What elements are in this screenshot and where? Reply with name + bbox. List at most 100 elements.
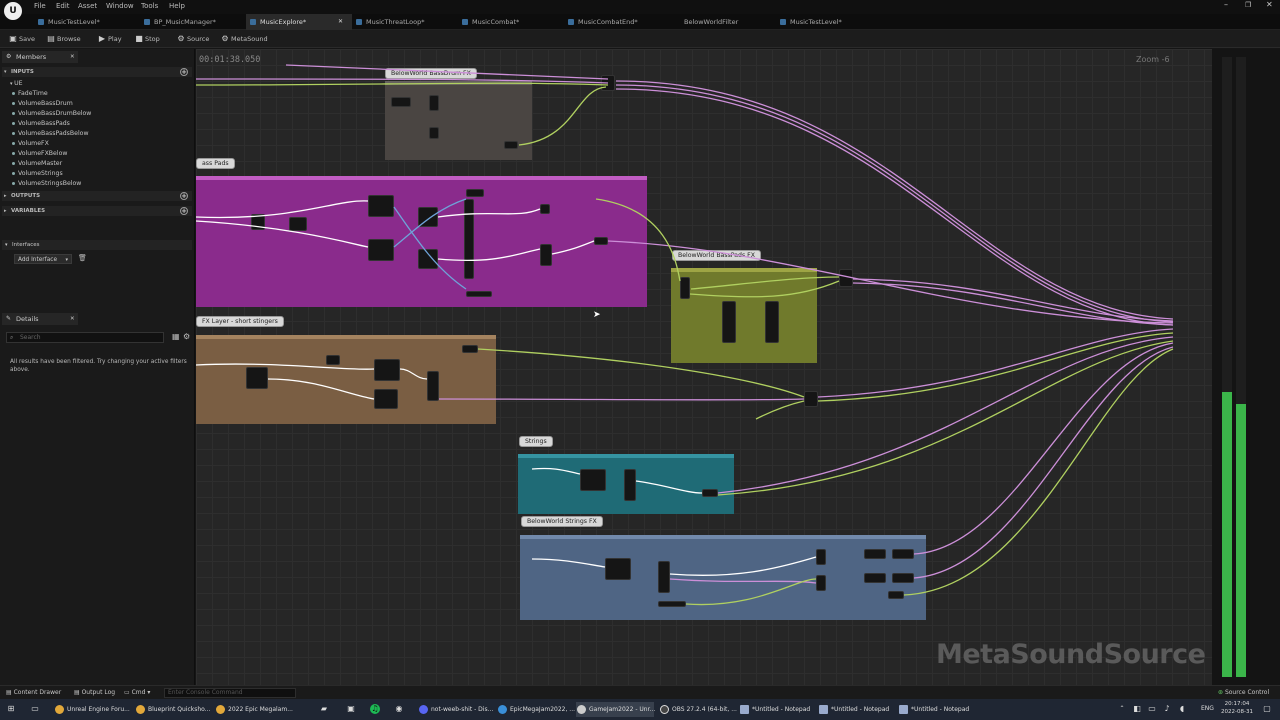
wire xyxy=(615,80,1174,320)
wire xyxy=(903,348,1174,596)
input-item[interactable]: VolumeBassPadsBelow xyxy=(12,129,89,139)
settings-icon[interactable]: ⚙ xyxy=(183,332,190,341)
tab-music-test-level-2[interactable]: MusicTestLevel* xyxy=(776,14,882,30)
variables-section[interactable]: ▸ VARIABLES + xyxy=(2,206,192,216)
clock-time[interactable]: 20:17:04 xyxy=(1222,701,1252,707)
output-log-button[interactable]: ▤ Output Log xyxy=(74,689,115,696)
folder-icon[interactable]: ▰ xyxy=(319,704,329,714)
meter-track-right xyxy=(1236,57,1246,677)
language-indicator[interactable]: ENG xyxy=(1201,705,1214,712)
wire xyxy=(196,200,369,219)
notification-icon[interactable]: ▢ xyxy=(1262,704,1272,714)
content-drawer-button[interactable]: ▤ Content Drawer xyxy=(6,689,61,696)
close-icon[interactable]: ✕ xyxy=(70,313,75,325)
input-group-ue[interactable]: ▾ UE xyxy=(10,79,23,89)
menu-tools[interactable]: Tools xyxy=(141,2,158,10)
input-item[interactable]: VolumeFXBelow xyxy=(12,149,67,159)
tab-music-explore[interactable]: MusicExplore* ✕ xyxy=(246,14,352,30)
taskbar-item[interactable]: *Untitled - Notepad xyxy=(739,702,815,717)
zoom-level: Zoom -6 xyxy=(1136,55,1170,64)
menu-window[interactable]: Window xyxy=(106,2,134,10)
grid-view-icon[interactable]: ▦ xyxy=(172,332,180,341)
input-item[interactable]: FadeTime xyxy=(12,89,48,99)
menu-help[interactable]: Help xyxy=(169,2,185,10)
meter-fill-left xyxy=(1222,391,1232,677)
source-button[interactable]: ⚙ Source xyxy=(176,33,209,45)
clock-date[interactable]: 2022-08-31 xyxy=(1220,709,1254,715)
add-variable-icon[interactable]: + xyxy=(180,207,188,215)
menu-file[interactable]: File xyxy=(34,2,46,10)
taskbar-item[interactable]: *Untitled - Notepad xyxy=(898,702,974,717)
inputs-section[interactable]: ▾ INPUTS + xyxy=(2,67,192,77)
menu-asset[interactable]: Asset xyxy=(78,2,97,10)
network-icon[interactable]: ▭ xyxy=(1147,704,1157,714)
add-input-icon[interactable]: + xyxy=(180,68,188,76)
cmd-dropdown[interactable]: ▭ Cmd ▾ xyxy=(124,689,150,696)
input-item[interactable]: VolumeMaster xyxy=(12,159,62,169)
tray-chevron-icon[interactable]: ⌃ xyxy=(1117,704,1127,714)
pencil-icon: ✎ xyxy=(6,315,12,322)
taskbar-item[interactable]: not-weeb-shit - Dis... xyxy=(418,702,493,717)
taskbar-item[interactable]: *Untitled - Notepad xyxy=(818,702,894,717)
details-tab[interactable]: ✎ Details ✕ xyxy=(2,313,78,325)
speaker-icon[interactable]: ♪ xyxy=(1162,704,1172,714)
taskbar-item[interactable]: OBS 27.2.4 (64-bit, ... xyxy=(659,702,737,717)
task-view-icon[interactable]: ▭ xyxy=(30,704,40,714)
taskbar-item[interactable]: Unreal Engine Foru... xyxy=(54,702,134,717)
input-item[interactable]: VolumeBassPads xyxy=(12,119,70,129)
metasound-label: MetaSound xyxy=(231,35,268,43)
taskbar-item[interactable]: GameJam2022 - Unr... xyxy=(576,702,655,717)
browse-button[interactable]: ▤ Browse xyxy=(46,33,80,45)
github-icon[interactable]: ◉ xyxy=(394,704,404,714)
tab-bp-music-manager[interactable]: BP_MusicManager* xyxy=(140,14,246,30)
app-icon[interactable]: ▣ xyxy=(346,704,356,714)
input-item[interactable]: VolumeFX xyxy=(12,139,49,149)
folder-icon: ▤ xyxy=(47,34,55,43)
close-icon[interactable]: ✕ xyxy=(70,51,75,63)
save-button[interactable]: ▣ Save xyxy=(8,33,35,45)
chevron-down-icon: ▾ xyxy=(65,257,68,263)
windows-start-icon[interactable]: ⊞ xyxy=(6,704,16,714)
tab-music-threat-loop[interactable]: MusicThreatLoop* xyxy=(352,14,458,30)
tray-app-icon[interactable]: ◧ xyxy=(1132,704,1142,714)
metasound-button[interactable]: ⚙ MetaSound xyxy=(220,33,268,45)
minimize-icon[interactable]: – xyxy=(1224,0,1228,9)
outputs-section[interactable]: ▸ OUTPUTS + xyxy=(2,191,192,201)
source-control-button[interactable]: ⊛ Source Control xyxy=(1218,689,1269,696)
stop-button[interactable]: ■ Stop xyxy=(134,33,160,45)
tab-close-icon[interactable]: ✕ xyxy=(338,14,343,30)
members-tab[interactable]: ⚙ Members ✕ xyxy=(2,51,78,63)
wire xyxy=(817,332,1174,402)
taskbar-item[interactable]: EpicMegaJam2022, ... xyxy=(497,702,575,717)
trash-icon[interactable]: 🗑 xyxy=(78,254,87,262)
graph-wires xyxy=(196,64,1174,606)
tab-music-combat[interactable]: MusicCombat* xyxy=(458,14,564,30)
input-item[interactable]: VolumeStringsBelow xyxy=(12,179,81,189)
add-output-icon[interactable]: + xyxy=(180,192,188,200)
taskbar-item[interactable]: 2022 Epic Megalam... xyxy=(215,702,293,717)
maximize-icon[interactable]: ❐ xyxy=(1245,1,1251,9)
play-button[interactable]: ▶ Play xyxy=(97,33,122,45)
taskbar-item[interactable]: Blueprint Quicksho... xyxy=(135,702,211,717)
tab-music-test-level[interactable]: MusicTestLevel* xyxy=(34,14,140,30)
console-input[interactable]: Enter Console Command xyxy=(164,688,296,698)
metasound-graph-canvas[interactable]: BelowWorld BassDrum FX ass Pads BelowWor… xyxy=(196,49,1212,685)
input-item[interactable]: VolumeStrings xyxy=(12,169,63,179)
details-search-input[interactable]: ⌕ Search xyxy=(6,332,164,343)
wire xyxy=(267,378,375,400)
close-icon[interactable]: ✕ xyxy=(1266,0,1273,9)
wire xyxy=(399,368,428,380)
tab-music-combat-end[interactable]: MusicCombatEnd* xyxy=(564,14,670,30)
input-item[interactable]: VolumeBassDrum xyxy=(12,99,73,109)
interfaces-header[interactable]: ▾ Interfaces xyxy=(2,240,192,250)
spotify-icon[interactable]: ♫ xyxy=(370,704,380,714)
unreal-logo-icon[interactable]: U xyxy=(4,2,22,20)
stop-icon: ■ xyxy=(135,34,143,43)
add-interface-dropdown[interactable]: Add Interface ▾ xyxy=(14,254,72,264)
wire xyxy=(685,578,817,606)
tab-below-world-filter[interactable]: BelowWorldFilter xyxy=(670,14,776,30)
input-item[interactable]: VolumeBassDrumBelow xyxy=(12,109,91,119)
menu-edit[interactable]: Edit xyxy=(56,2,70,10)
details-title: Details xyxy=(16,315,39,323)
volume-icon[interactable]: ◖ xyxy=(1177,704,1187,714)
